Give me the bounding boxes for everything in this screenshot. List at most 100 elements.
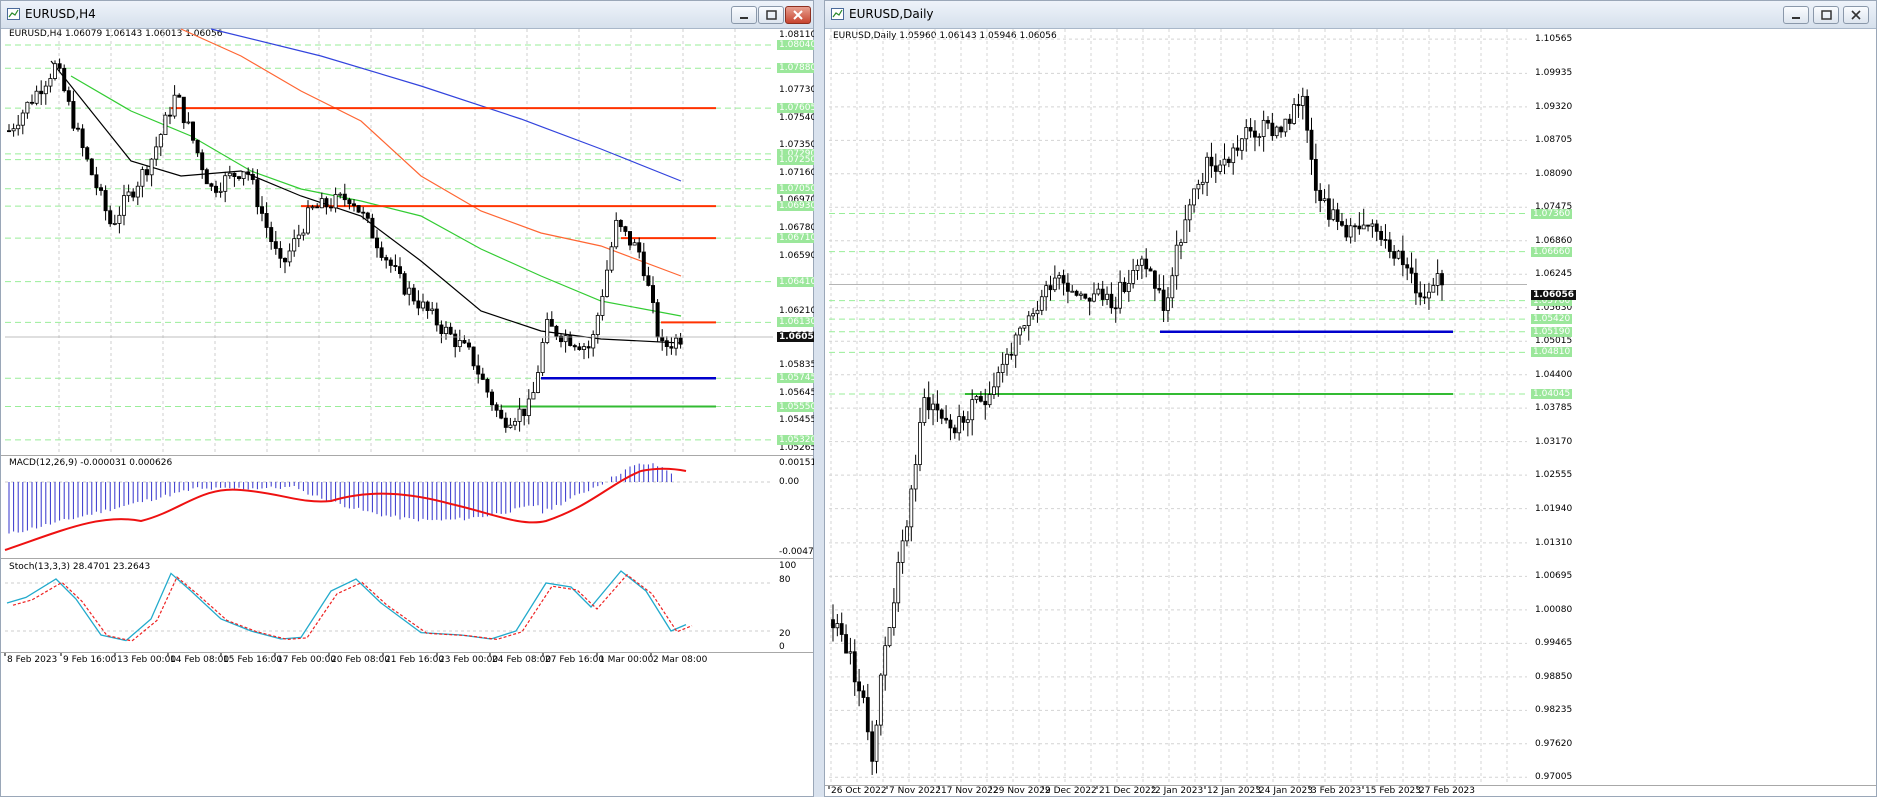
price-axis-label: 1.09320	[1535, 101, 1573, 112]
price-axis-label: 1.09935	[1535, 68, 1573, 79]
bull-candle	[545, 319, 550, 343]
daily-chart-window[interactable]: EURUSD,Daily EURUSD,Daily 1.05960 1.0614…	[824, 0, 1877, 797]
bear-candle	[453, 333, 458, 348]
bear-candle	[870, 731, 875, 762]
bull-candle	[1431, 285, 1436, 293]
bull-candle	[20, 112, 25, 126]
bear-candle	[1326, 198, 1331, 220]
bull-candle	[913, 464, 918, 490]
bear-candle	[577, 346, 582, 350]
bear-candle	[1048, 285, 1053, 291]
daily-price-chart[interactable]	[825, 1, 1876, 798]
bull-candle	[1435, 273, 1440, 286]
bear-candle	[388, 259, 393, 266]
bear-candle	[200, 152, 205, 171]
bear-candle	[351, 203, 356, 206]
price-axis-label: 1.00080	[1535, 604, 1573, 615]
bull-candle	[918, 422, 922, 465]
bull-candle	[513, 421, 518, 426]
bear-candle	[646, 275, 651, 286]
bear-candle	[623, 226, 628, 232]
price-axis-label: 1.00695	[1535, 571, 1573, 582]
h4-price-chart[interactable]	[1, 1, 813, 798]
bear-candle	[1374, 223, 1379, 232]
bull-candle	[878, 674, 883, 726]
stoch-header: Stoch(13,3,3) 28.4701 23.2643	[9, 562, 151, 572]
bull-candle	[1035, 309, 1040, 315]
price-axis-label: 1.07540	[779, 112, 817, 123]
bear-candle	[1305, 95, 1310, 131]
bear-candle	[236, 176, 241, 179]
level-price-tag: 1.05550	[777, 401, 819, 412]
level-price-tag: 1.04045	[1531, 389, 1573, 400]
level-price-tag: 1.07050	[777, 183, 819, 194]
bear-candle	[485, 379, 490, 393]
level-price-tag: 1.06130	[777, 317, 819, 328]
price-axis-label: 1.06590	[779, 250, 817, 261]
bull-candle	[965, 419, 970, 423]
price-axis-label: 0.98235	[1535, 705, 1573, 716]
price-axis-label: 1.02555	[1535, 470, 1573, 481]
bear-candle	[852, 651, 857, 683]
price-axis-label: 0.97005	[1535, 772, 1573, 783]
bull-candle	[1205, 156, 1210, 183]
bull-candle	[16, 124, 21, 130]
bear-candle	[1418, 292, 1423, 298]
bull-candle	[1096, 288, 1101, 295]
bull-candle	[1300, 95, 1305, 106]
bull-candle	[614, 219, 619, 248]
ma-blue-line	[210, 28, 682, 182]
bear-candle	[1253, 130, 1257, 138]
h4-macd-separator	[1, 455, 813, 456]
bear-candle	[831, 619, 835, 629]
bull-candle	[1044, 285, 1049, 298]
date-axis-label: 24 Jan 2023	[1259, 786, 1313, 796]
bear-candle	[39, 90, 44, 95]
bull-candle	[126, 191, 131, 197]
bull-candle	[1000, 363, 1005, 373]
stoch-main-line	[6, 570, 687, 642]
bear-candle	[94, 174, 99, 189]
bear-candle	[282, 257, 287, 263]
bear-candle	[89, 158, 94, 176]
bull-candle	[1118, 281, 1123, 309]
bull-candle	[122, 195, 127, 216]
bear-candle	[935, 403, 940, 411]
bear-candle	[439, 324, 444, 335]
bull-candle	[1092, 293, 1096, 302]
bull-candle	[974, 396, 979, 401]
date-axis-label: 3 Feb 2023	[1311, 786, 1362, 796]
bear-candle	[1287, 118, 1292, 124]
bear-candle	[628, 231, 633, 246]
bear-candle	[1209, 156, 1214, 167]
bear-candle	[1440, 273, 1444, 286]
price-axis-label: 1.05015	[1535, 336, 1573, 347]
date-axis-label: 9 Feb 16:00	[63, 655, 117, 665]
bear-candle	[983, 400, 988, 406]
h4-chart-window[interactable]: EURUSD,H4 EURUSD,H4 1.06079 1.06143 1.06…	[0, 0, 825, 798]
bear-candle	[328, 206, 333, 209]
level-price-tag: 1.06660	[1531, 246, 1573, 257]
bull-candle	[1022, 325, 1027, 329]
bull-candle	[1135, 264, 1140, 271]
date-axis-label: 2 Mar 08:00	[653, 655, 708, 665]
bull-candle	[674, 337, 679, 349]
bull-candle	[900, 540, 905, 563]
h4-stoch-separator	[1, 558, 813, 559]
bull-candle	[536, 372, 541, 393]
bear-candle	[1318, 189, 1323, 201]
level-price-tag: 1.07360	[1531, 208, 1573, 219]
bull-candle	[1131, 270, 1136, 284]
level-price-tag: 1.06930	[777, 201, 819, 212]
bear-candle	[356, 205, 361, 213]
price-axis-label: 1.05835	[779, 360, 817, 371]
bear-candle	[480, 373, 485, 380]
bear-candle	[7, 130, 12, 133]
bear-candle	[347, 199, 352, 205]
stoch-axis-label: 100	[779, 561, 797, 571]
bull-candle	[887, 627, 892, 647]
bear-candle	[1248, 127, 1253, 132]
bear-candle	[434, 308, 439, 326]
bull-candle	[430, 308, 435, 311]
bull-candle	[835, 623, 840, 629]
